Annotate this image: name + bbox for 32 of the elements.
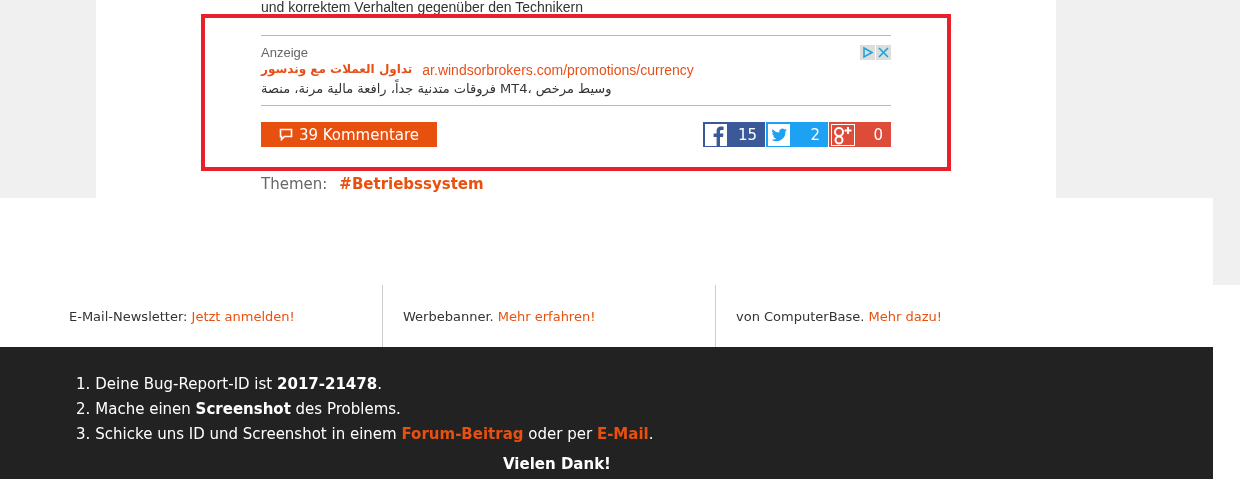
comments-button[interactable]: 39 Kommentare <box>261 122 437 147</box>
step-text: Mache einen Screenshot des Problems. <box>95 400 401 420</box>
ad-url[interactable]: ar.windsorbrokers.com/promotions/currency <box>422 62 694 78</box>
ad-text: وسيط مرخص ،MT4 فروقات متدنية جداً، رافعة مالية مرنة، منصة <box>261 81 612 96</box>
topics-label: Themen: <box>261 175 328 193</box>
step-number: 3. <box>76 425 91 445</box>
step-text: Deine Bug-Report-ID ist 2017-21478. <box>95 375 382 395</box>
footer-link[interactable]: Mehr dazu! <box>868 309 942 324</box>
footer-text: E-Mail-Newsletter: Jetzt anmelden! <box>69 309 295 324</box>
footer-link[interactable]: E-Mail <box>596 425 649 443</box>
share-button[interactable]: 2 <box>766 122 828 147</box>
play-icon[interactable] <box>860 45 875 60</box>
ad-label: Anzeige <box>261 45 308 60</box>
footer-link[interactable]: Forum-Beitrag <box>401 425 524 443</box>
ad-title[interactable]: تداول العملات مع وندسور <box>261 62 413 78</box>
footer-link[interactable]: Mehr erfahren! <box>497 309 596 324</box>
topic-tag[interactable]: #Betriebssystem <box>339 175 484 193</box>
step-number: 1. <box>76 375 91 395</box>
bird-icon <box>768 123 790 146</box>
footer-text: Werbebanner. Mehr erfahren! <box>403 309 596 324</box>
thanks-text: Vielen Dank! <box>503 455 612 473</box>
footer-text: von ComputerBase. Mehr dazu! <box>736 309 942 324</box>
share-button[interactable]: 15 <box>703 122 765 147</box>
speech-bubble-icon <box>278 128 293 141</box>
footer-link[interactable]: Jetzt anmelden! <box>191 309 295 324</box>
step-text: Schicke uns ID und Screenshot in einem Forum-Beitrag oder per E-Mail. <box>95 425 654 445</box>
article-text: und korrektem Verhalten gegenüber den Technikern <box>261 0 583 14</box>
close-icon[interactable] <box>876 45 891 60</box>
facebook-icon <box>705 123 727 146</box>
share-button[interactable]: 0 <box>829 122 891 147</box>
google-plus-icon <box>831 123 855 146</box>
step-number: 2. <box>76 400 91 420</box>
